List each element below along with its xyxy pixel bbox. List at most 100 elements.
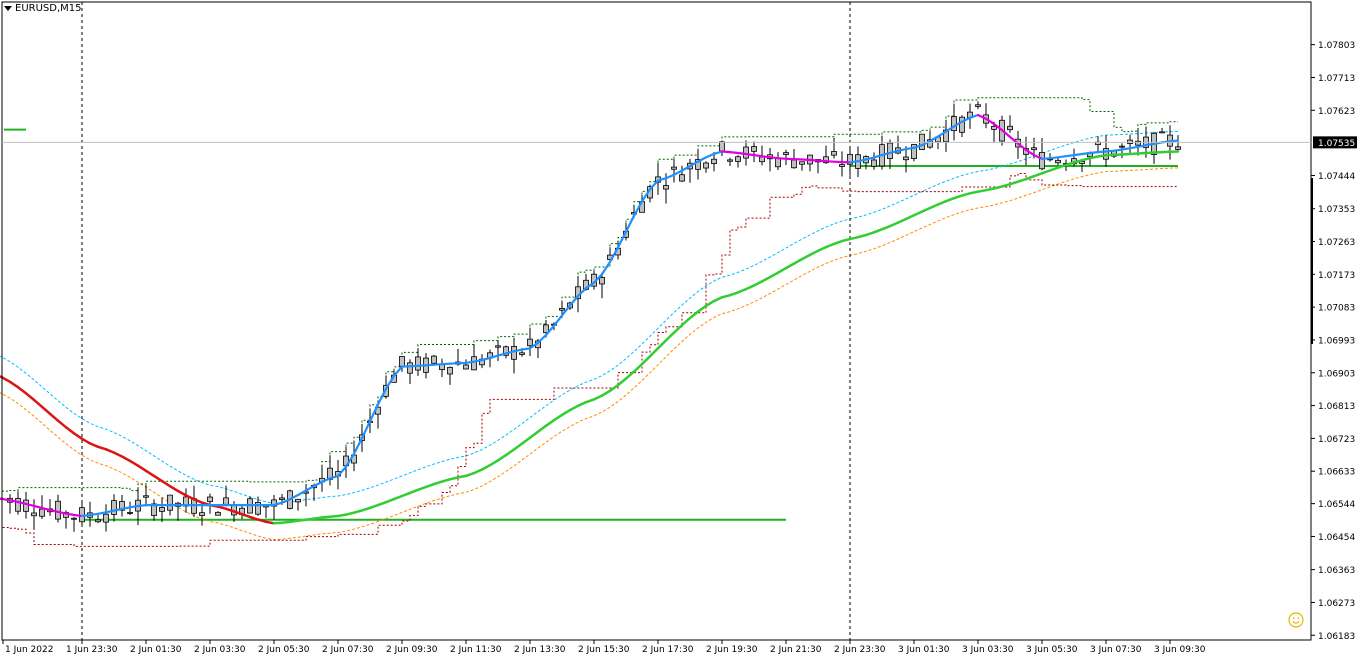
candle-body xyxy=(672,167,677,169)
price-label: 1.07623 xyxy=(1318,107,1355,117)
fast-ma-segment xyxy=(434,364,442,365)
time-label: 2 Jun 11:30 xyxy=(450,645,502,655)
candle-body xyxy=(704,163,709,168)
fast-ma-segment xyxy=(410,366,418,367)
candle-body xyxy=(1128,140,1133,143)
price-label: 1.07083 xyxy=(1318,304,1355,314)
smiley-icon[interactable] xyxy=(1288,612,1304,628)
triangle-down-icon[interactable] xyxy=(4,6,12,11)
time-label: 2 Jun 19:30 xyxy=(706,645,758,655)
time-label: 3 Jun 05:30 xyxy=(1026,645,1078,655)
fast-ma-segment xyxy=(130,506,138,507)
fast-ma-segment xyxy=(1130,147,1138,148)
candle-body xyxy=(1056,160,1061,162)
fast-ma-segment xyxy=(74,515,82,516)
current-price-label: 1.07535 xyxy=(1318,139,1355,149)
chart-window[interactable]: 1.07803 1.07713 1.07623 1.07444 1.07353 1.072… xyxy=(0,0,1358,660)
fast-ma-segment xyxy=(1050,157,1058,158)
candle-body xyxy=(96,520,101,522)
time-label: 2 Jun 07:30 xyxy=(322,645,374,655)
price-label: 1.06813 xyxy=(1318,402,1355,412)
candle-body xyxy=(1008,126,1013,129)
candle-body xyxy=(784,153,789,155)
candle-body xyxy=(1176,147,1181,150)
time-label: 2 Jun 15:30 xyxy=(578,645,630,655)
fast-ma-segment xyxy=(1066,155,1074,156)
candle-body xyxy=(216,512,221,515)
candle-body xyxy=(496,346,501,347)
candle-body xyxy=(208,497,213,502)
price-label: 1.06903 xyxy=(1318,369,1355,379)
fast-ma-segment xyxy=(778,158,786,159)
candle-body xyxy=(416,357,421,370)
candle-body xyxy=(224,498,229,504)
candle-body xyxy=(448,367,453,374)
candle-body xyxy=(840,165,845,167)
fast-ma-segment xyxy=(82,515,90,516)
candle-body xyxy=(144,496,149,497)
fast-ma-segment xyxy=(1082,153,1090,154)
fast-ma-segment xyxy=(1058,156,1066,157)
fast-ma-segment xyxy=(730,152,738,153)
fast-ma-segment xyxy=(66,514,74,515)
time-label: 3 Jun 03:30 xyxy=(962,645,1014,655)
candle-body xyxy=(280,498,285,500)
time-label: 1 Jun 2022 xyxy=(5,645,53,655)
candle-body xyxy=(432,356,437,363)
candle-body xyxy=(792,160,797,168)
time-label: 1 Jun 23:30 xyxy=(66,645,118,655)
fast-ma-segment xyxy=(850,161,858,162)
price-label: 1.06273 xyxy=(1318,599,1355,609)
price-label: 1.06993 xyxy=(1318,336,1355,346)
fast-ma-segment xyxy=(1074,154,1082,155)
fast-ma-segment xyxy=(1170,141,1178,142)
fast-ma-segment xyxy=(122,507,130,509)
candle-body xyxy=(520,353,525,355)
price-label: 1.07263 xyxy=(1318,238,1355,248)
fast-ma-segment xyxy=(1122,148,1130,149)
fast-ma-segment xyxy=(810,160,818,161)
fast-ma-segment xyxy=(98,512,106,514)
candle-body xyxy=(728,160,733,161)
price-label: 1.06723 xyxy=(1318,435,1355,445)
candle-body xyxy=(72,518,77,519)
candle-body xyxy=(1136,141,1141,145)
candle-body xyxy=(752,147,757,152)
fast-ma-segment xyxy=(426,365,434,366)
candle-body xyxy=(104,514,109,522)
candle-body xyxy=(1032,148,1037,150)
price-chart[interactable]: 1.07803 1.07713 1.07623 1.07444 1.07353 1.072… xyxy=(0,0,1358,660)
price-label: 1.06633 xyxy=(1318,468,1355,478)
fast-ma-segment xyxy=(1146,144,1154,145)
candle-body xyxy=(664,185,669,189)
candle-body xyxy=(600,277,605,284)
fast-ma-segment xyxy=(450,363,458,364)
fast-ma-segment xyxy=(442,364,450,365)
fast-ma-segment xyxy=(906,148,914,149)
candle-body xyxy=(40,509,45,516)
candle-body xyxy=(112,501,117,515)
candle-body xyxy=(56,501,61,519)
price-label: 1.07353 xyxy=(1318,205,1355,215)
candle-body xyxy=(776,158,781,167)
time-label: 3 Jun 09:30 xyxy=(1154,645,1206,655)
price-label: 1.07803 xyxy=(1318,41,1355,51)
candle-body xyxy=(960,117,965,132)
symbol-timeframe-label[interactable]: EURUSD,M15 xyxy=(4,3,81,14)
fast-ma-segment xyxy=(746,154,754,155)
fast-ma-segment xyxy=(418,365,426,366)
candle-body xyxy=(712,159,717,163)
fast-ma-segment xyxy=(522,348,530,349)
price-label: 1.07713 xyxy=(1318,74,1355,84)
time-label: 2 Jun 13:30 xyxy=(514,645,566,655)
candle-body xyxy=(992,126,997,129)
fast-ma-segment xyxy=(1106,151,1114,152)
candle-body xyxy=(400,357,405,367)
candle-body xyxy=(296,499,301,502)
candle-body xyxy=(408,363,413,373)
price-label: 1.07444 xyxy=(1318,172,1355,182)
candle-body xyxy=(744,147,749,158)
candle-body xyxy=(872,160,877,166)
candle-body xyxy=(976,105,981,107)
fast-ma-segment xyxy=(770,157,778,158)
